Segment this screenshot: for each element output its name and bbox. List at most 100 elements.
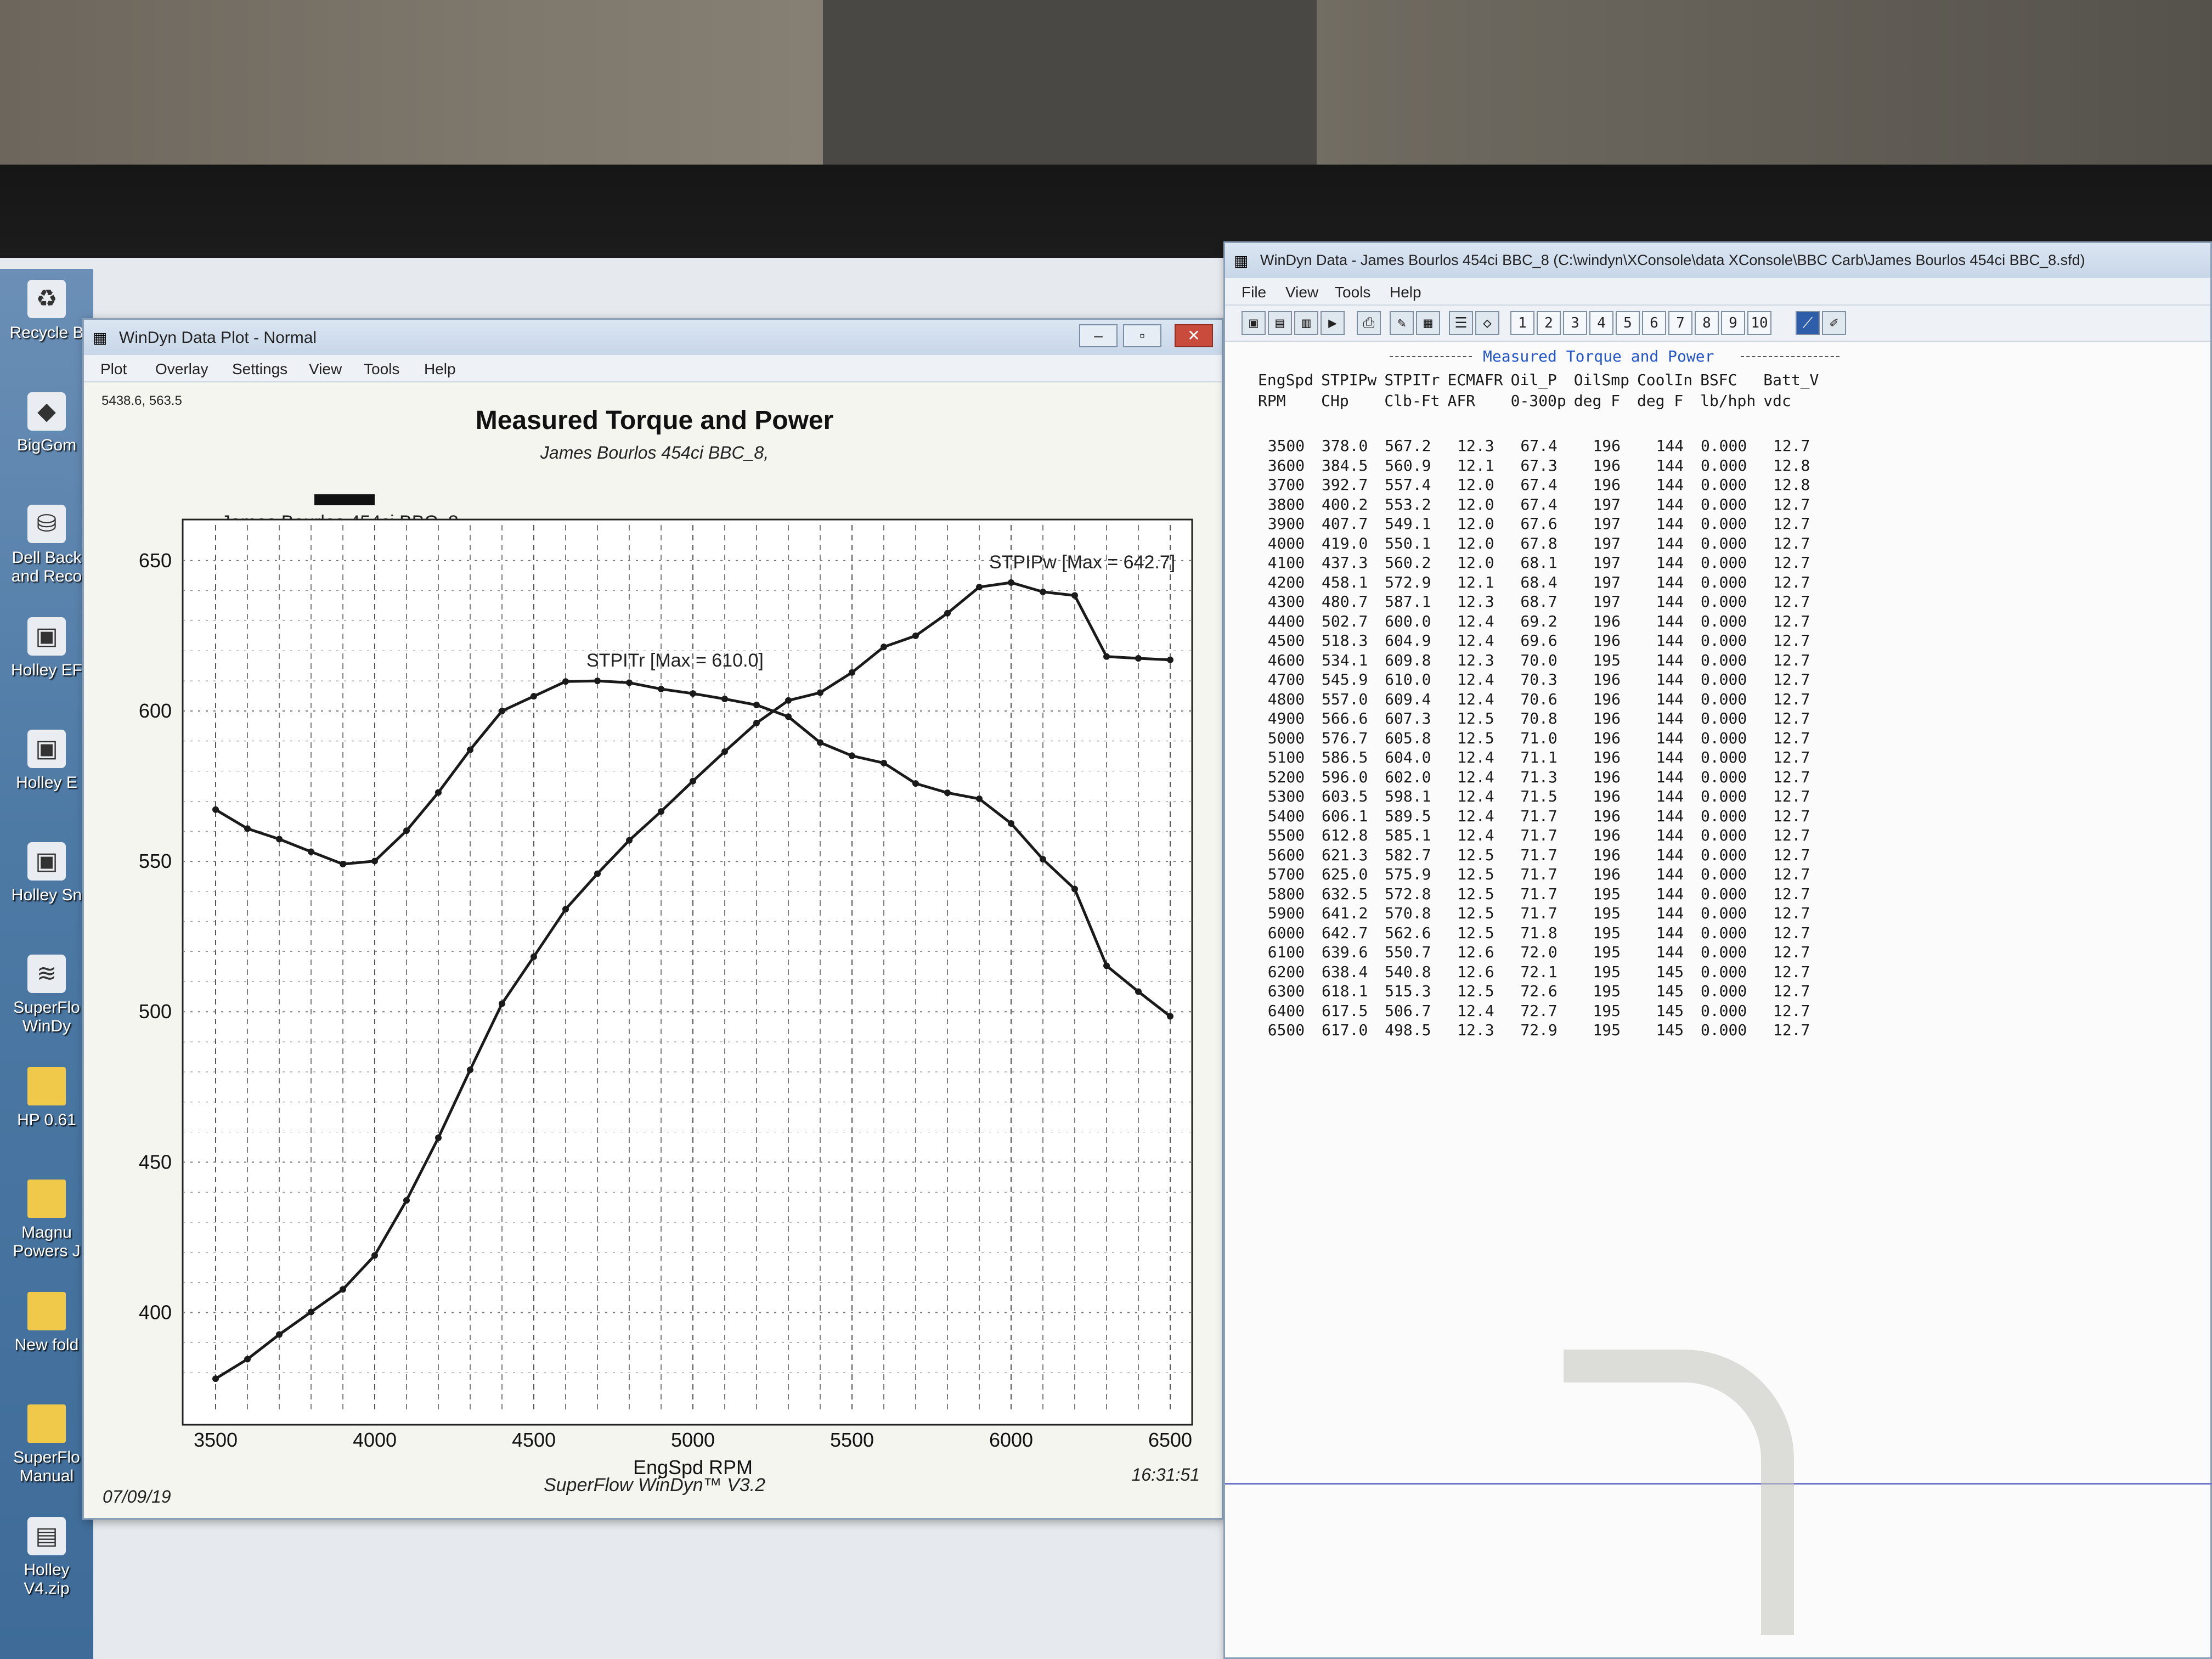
table-cell: 545.9 [1322,670,1368,689]
print-icon[interactable]: ⎙ [1357,311,1381,335]
table-cell: 145 [1656,1021,1684,1040]
desktop-icon[interactable]: HP 0.61 [0,1067,93,1130]
page-button[interactable]: 2 [1537,311,1561,335]
table-cell: 67.4 [1520,495,1558,514]
save-icon[interactable]: ▥ [1294,311,1318,335]
table-cell: 12.0 [1457,534,1494,552]
desktop-icon[interactable]: ♻ Recycle B [0,280,93,342]
table-cell: 6100 [1267,943,1305,962]
data-point [944,789,951,797]
desktop-icon-label: SuperFlo Manual [13,1448,80,1485]
data-point [467,746,473,753]
table-cell: 3500 [1267,437,1305,455]
table-cell: 144 [1656,826,1684,845]
table-cell: 0.000 [1700,495,1747,514]
menu-overlay[interactable]: Overlay [155,360,208,378]
table-cell: 12.7 [1773,631,1810,650]
page-button[interactable]: 3 [1563,311,1587,335]
desktop-icon[interactable]: SuperFlo Manual [0,1404,93,1486]
page-button[interactable]: 10 [1747,311,1771,335]
table-row: 6000 642.7 562.6 12.5 71.8 195 144 0.000 12.7 [1258,923,1826,943]
open-icon[interactable]: ▣ [1242,311,1266,335]
data-point [212,806,219,813]
data-point [658,685,664,692]
table-cell: 603.5 [1322,787,1368,806]
table-cell: 72.1 [1520,962,1558,981]
page-button[interactable]: 9 [1721,311,1745,335]
table-cell: 144 [1656,845,1684,864]
table-cell: 12.6 [1457,943,1494,962]
maximize-button[interactable]: ▫ [1123,324,1161,347]
series-label: STPITr [Max = 610.0] [586,650,764,671]
menu-file[interactable]: File [1242,284,1266,301]
page-button[interactable]: 5 [1616,311,1640,335]
table-cell: 5100 [1267,748,1305,767]
menu-settings[interactable]: Settings [232,360,287,378]
menu-plot[interactable]: Plot [100,360,127,378]
title-rule-right [1741,356,1839,357]
desktop-icon[interactable]: Magnu Powers J [0,1180,93,1261]
desktop-icon[interactable]: ▣ Holley EF [0,617,93,680]
table-cell: 71.3 [1520,768,1558,786]
y-tick-label: 550 [139,850,172,872]
table-row: 6400 617.5 506.7 12.4 72.7 195 145 0.000 12.7 [1258,1001,1826,1021]
table-cell: 12.3 [1457,592,1494,611]
menu-tools[interactable]: Tools [364,360,399,378]
page-button[interactable]: 1 [1510,311,1534,335]
desktop-icon[interactable]: ≋ SuperFlo WinDy [0,955,93,1036]
table-cell: 70.8 [1520,709,1558,728]
desktop-icon[interactable]: ▣ Holley E [0,730,93,792]
data-point [690,777,696,785]
table-cell: 0.000 [1700,923,1747,942]
note-icon[interactable]: ◇ [1475,311,1499,335]
y-tick-label: 600 [139,699,172,722]
table-cell: 3900 [1267,515,1305,533]
page-button[interactable]: 7 [1668,311,1692,335]
page-button[interactable]: 6 [1642,311,1666,335]
graph-icon[interactable]: ⟋ [1796,311,1820,335]
table-cell: 195 [1593,1001,1621,1020]
page-button[interactable]: 4 [1589,311,1613,335]
table-cell: 70.0 [1520,651,1558,669]
table-cell: 197 [1593,515,1621,533]
data-point [912,780,919,787]
table-cell: 145 [1656,1001,1684,1020]
table-cell: 437.3 [1322,554,1368,572]
table-cell: 195 [1593,943,1621,962]
desktop-icon[interactable]: ⛁ Dell Back and Reco [0,505,93,586]
chart-view-icon[interactable]: ▦ [1416,311,1440,335]
table-cell: 5600 [1267,845,1305,864]
table-cell: 6400 [1267,1001,1305,1020]
desktop-icon[interactable]: ▤ Holley V4.zip [0,1517,93,1598]
table-cell: 540.8 [1385,962,1431,981]
torque-power-chart[interactable]: 3500 4000 4500 5000 5500 6000 6500 400 450 500 550… [84,382,1222,1518]
data-titlebar[interactable]: ▦ WinDyn Data - James Bourlos 454ci BBC_… [1225,243,2210,278]
page-button[interactable]: 8 [1695,311,1719,335]
play-icon[interactable]: ▶ [1321,311,1345,335]
table-row: 3900 407.7 549.1 12.0 67.6 197 144 0.000 12.7 [1258,514,1826,534]
menu-help[interactable]: Help [424,360,456,378]
desktop-icon[interactable]: ◆ BigGom [0,392,93,455]
desktop-icon[interactable]: New fold [0,1292,93,1355]
data-point [467,1066,473,1074]
data-point [1040,856,1046,863]
table-cell: 196 [1593,456,1621,475]
pencil-icon[interactable]: ✐ [1822,311,1846,335]
table-cell: 68.1 [1520,554,1558,572]
table-cell: 606.1 [1322,806,1368,825]
data-point [435,789,442,796]
menu-tools[interactable]: Tools [1335,284,1370,301]
table-row: 5200 596.0 602.0 12.4 71.3 196 144 0.000 12.7 [1258,768,1826,787]
open-folder-icon[interactable]: ▤ [1268,311,1292,335]
close-button[interactable]: ✕ [1175,324,1213,347]
chart-edit-icon[interactable]: ✎ [1390,311,1414,335]
menu-view[interactable]: View [1285,284,1318,301]
list-icon[interactable]: ☰ [1449,311,1473,335]
table-cell: 12.7 [1773,748,1810,767]
table-cell: 67.3 [1520,456,1558,475]
menu-view[interactable]: View [309,360,342,378]
plot-titlebar[interactable]: ▦ WinDyn Data Plot - Normal – ▫ ✕ [84,320,1222,355]
desktop-icon[interactable]: ▣ Holley Sn [0,842,93,905]
minimize-button[interactable]: – [1079,324,1118,347]
menu-help[interactable]: Help [1390,284,1421,301]
